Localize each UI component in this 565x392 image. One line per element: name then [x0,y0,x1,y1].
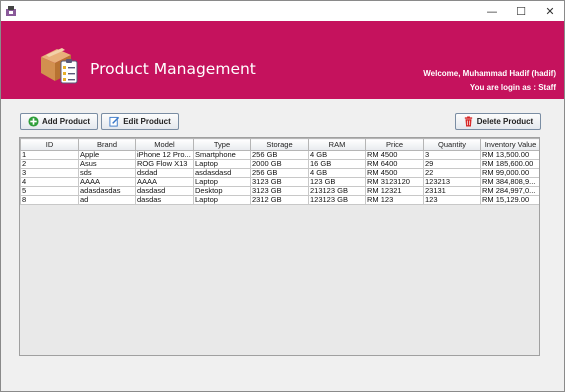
product-table-scrollpane[interactable]: ID Brand Model Type Storage RAM Price Quantity I… [19,137,540,356]
table-cell[interactable]: AAAA [135,177,194,187]
table-cell[interactable]: 5 [20,186,79,196]
table-cell[interactable]: Laptop [193,177,251,187]
table-cell[interactable]: RM 185,600.00 [480,159,539,169]
column-header[interactable]: Model [135,138,194,151]
table-row[interactable]: 2 Asus ROG Flow X13 Laptop 2000 GB 16 GB RM 64… [20,159,539,169]
table-cell[interactable]: 256 GB [250,150,309,160]
table-cell[interactable]: Smartphone [193,150,251,160]
edit-product-label: Edit Product [123,117,171,126]
edit-document-icon [109,116,120,127]
table-cell[interactable]: 2000 GB [250,159,309,169]
trash-icon [464,116,472,127]
table-row[interactable]: 5 adasdasdas dasdasd Desktop 3123 GB 213123 G… [20,186,539,196]
product-table[interactable]: ID Brand Model Type Storage RAM Price Quantity I… [20,138,539,205]
column-header[interactable]: Type [193,138,251,151]
table-cell[interactable]: dasdasd [135,186,194,196]
table-cell[interactable]: 1 [20,150,79,160]
column-header[interactable]: Quantity [423,138,481,151]
table-cell[interactable]: 213123 GB [308,186,366,196]
column-header[interactable]: RAM [308,138,366,151]
table-cell[interactable]: RM 123 [365,195,424,205]
role-text: You are login as : Staff [469,83,556,92]
table-row[interactable]: 1 Apple iPhone 12 Pro... Smartphone 256 GB 4 … [20,150,539,160]
table-cell[interactable]: Laptop [193,159,251,169]
table-cell[interactable]: ad [78,195,136,205]
table-cell[interactable]: asdasdasd [193,168,251,178]
edit-product-button[interactable]: Edit Product [101,113,179,130]
table-row[interactable]: 3 sds dsdad asdasdasd 256 GB 4 GB RM 4500 22 RM … [20,168,539,178]
table-cell[interactable]: 3123 GB [250,177,309,187]
table-cell[interactable]: RM 12321 [365,186,424,196]
table-cell[interactable]: dsdad [135,168,194,178]
page-title: Product Management [90,60,256,78]
table-cell[interactable]: RM 384,808,9... [480,177,539,187]
table-cell[interactable]: ROG Flow X13 [135,159,194,169]
table-cell[interactable]: 3 [423,150,481,160]
add-product-button[interactable]: Add Product [20,113,98,130]
table-row[interactable]: 4 AAAA AAAA Laptop 3123 GB 123 GB RM 3123120 12… [20,177,539,187]
table-cell[interactable]: Desktop [193,186,251,196]
table-cell[interactable]: RM 4500 [365,150,424,160]
table-cell[interactable]: 8 [20,195,79,205]
table-cell[interactable]: 2312 GB [250,195,309,205]
table-cell[interactable]: RM 6400 [365,159,424,169]
box-checklist-icon [41,48,78,84]
table-cell[interactable]: 123213 [423,177,481,187]
column-header[interactable]: Storage [250,138,309,151]
table-cell[interactable]: 22 [423,168,481,178]
table-cell[interactable]: 4 GB [308,150,366,160]
app-icon [6,6,16,16]
table-cell[interactable]: 123 GB [308,177,366,187]
table-cell[interactable]: 4 [20,177,79,187]
table-cell[interactable]: RM 99,000.00 [480,168,539,178]
app-window: — ☐ ✕ Product Management Welcome, Muhamm… [0,0,565,392]
table-cell[interactable]: Apple [78,150,136,160]
table-cell[interactable]: RM 3123120 [365,177,424,187]
table-row[interactable]: 8 ad dasdas Laptop 2312 GB 123123 GB RM 123 123… [20,195,539,205]
column-header[interactable]: ID [20,138,79,151]
table-cell[interactable]: iPhone 12 Pro... [135,150,194,160]
plus-circle-icon [28,116,39,127]
column-header[interactable]: Price [365,138,424,151]
table-cell[interactable]: RM 4500 [365,168,424,178]
maximize-button[interactable]: ☐ [506,1,536,21]
table-cell[interactable]: RM 13,500.00 [480,150,539,160]
table-cell[interactable]: 2 [20,159,79,169]
table-cell[interactable]: 256 GB [250,168,309,178]
header-banner: Product Management Welcome, Muhammad Had… [1,21,564,99]
welcome-text: Welcome, Muhammad Hadif (hadif) [423,69,556,78]
table-cell[interactable]: RM 15,129.00 [480,195,539,205]
table-cell[interactable]: sds [78,168,136,178]
table-cell[interactable]: Laptop [193,195,251,205]
table-cell[interactable]: 3123 GB [250,186,309,196]
table-cell[interactable]: 3 [20,168,79,178]
table-cell[interactable]: 23131 [423,186,481,196]
close-button[interactable]: ✕ [535,1,565,21]
table-cell[interactable]: adasdasdas [78,186,136,196]
table-cell[interactable]: 123123 GB [308,195,366,205]
table-cell[interactable]: Asus [78,159,136,169]
table-cell[interactable]: RM 284,997,0... [480,186,539,196]
delete-product-button[interactable]: Delete Product [455,113,541,130]
table-header-row: ID Brand Model Type Storage RAM Price Quantity I… [20,138,539,151]
table-cell[interactable]: 29 [423,159,481,169]
title-bar: — ☐ ✕ [1,1,564,21]
table-cell[interactable]: 123 [423,195,481,205]
table-body: 1 Apple iPhone 12 Pro... Smartphone 256 GB 4 … [20,150,539,205]
add-product-label: Add Product [42,117,90,126]
column-header[interactable]: Inventory Value [480,138,539,151]
table-cell[interactable]: AAAA [78,177,136,187]
table-cell[interactable]: 16 GB [308,159,366,169]
column-header[interactable]: Brand [78,138,136,151]
table-cell[interactable]: 4 GB [308,168,366,178]
minimize-button[interactable]: — [477,1,507,21]
delete-product-label: Delete Product [476,117,534,126]
table-cell[interactable]: dasdas [135,195,194,205]
